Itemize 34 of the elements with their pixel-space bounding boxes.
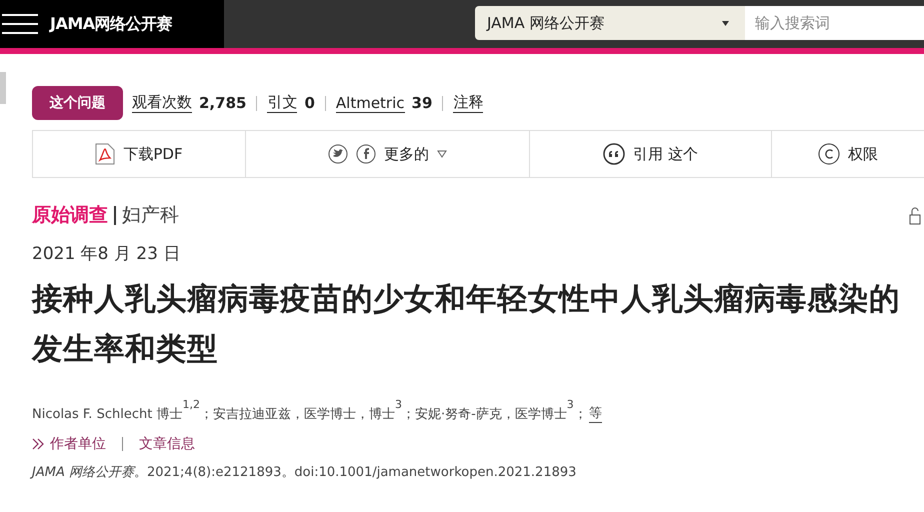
search-field[interactable]: 输入搜索词 (745, 6, 924, 40)
metric-link[interactable]: 注释 (453, 93, 484, 113)
citation: JAMA 网络公开赛。2021;4(8):e2121893。doi:10.1001/jamanetworkopen.2021.21893 (32, 464, 578, 481)
pdf-icon (95, 143, 116, 165)
metric-link[interactable]: 引文 (267, 93, 298, 113)
issue-button[interactable]: 这个问题 (32, 86, 123, 120)
metric-value: 2,785 (199, 94, 246, 112)
toolbar-button[interactable]: 更多的 (246, 131, 530, 177)
copyright-icon (818, 143, 840, 165)
lock-icon (909, 206, 921, 226)
article-type[interactable]: 原始调查 (32, 202, 108, 228)
metric-value: 39 (412, 94, 432, 112)
toolbar-button[interactable]: 引用 这个 (530, 131, 772, 177)
chevron-icon (32, 438, 44, 450)
info-link[interactable]: 作者单位 (50, 435, 106, 453)
metric-link[interactable]: Altmetric (336, 94, 405, 112)
scrollbar[interactable] (0, 72, 6, 104)
quote-icon (603, 143, 626, 165)
caret-icon (722, 20, 729, 26)
author-list: Nicolas F. Schlecht 博士$^{1,2}$；安吉拉迪亚兹，医学博士，博士$^{3}$；安妮·努奇-萨克，医学博士$^{3}$； (32, 389, 587, 423)
toolbar-button[interactable]: 权限 (772, 131, 924, 177)
specialty[interactable]: 妇产科 (122, 202, 179, 228)
facebook-icon (356, 144, 376, 164)
info-link[interactable]: 文章信息 (139, 435, 195, 453)
metric-link[interactable]: 观看次数 (132, 93, 192, 113)
publish-date: 2021 年8 月 23 日 (32, 243, 182, 265)
toolbar-button[interactable]: 下载PDF (33, 131, 246, 177)
menu-icon[interactable] (2, 13, 38, 35)
dropdown-icon (437, 150, 447, 158)
article-title: 接种人乳头瘤病毒疫苗的少女和年轻女性中人乳头瘤病毒感染的发生率和类型 (32, 281, 901, 369)
journal-select[interactable]: JAMA 网络公开赛 (475, 6, 745, 40)
twitter-icon (328, 144, 348, 164)
metric-value: 0 (304, 94, 315, 112)
more-authors-link[interactable]: 等 (588, 404, 602, 423)
